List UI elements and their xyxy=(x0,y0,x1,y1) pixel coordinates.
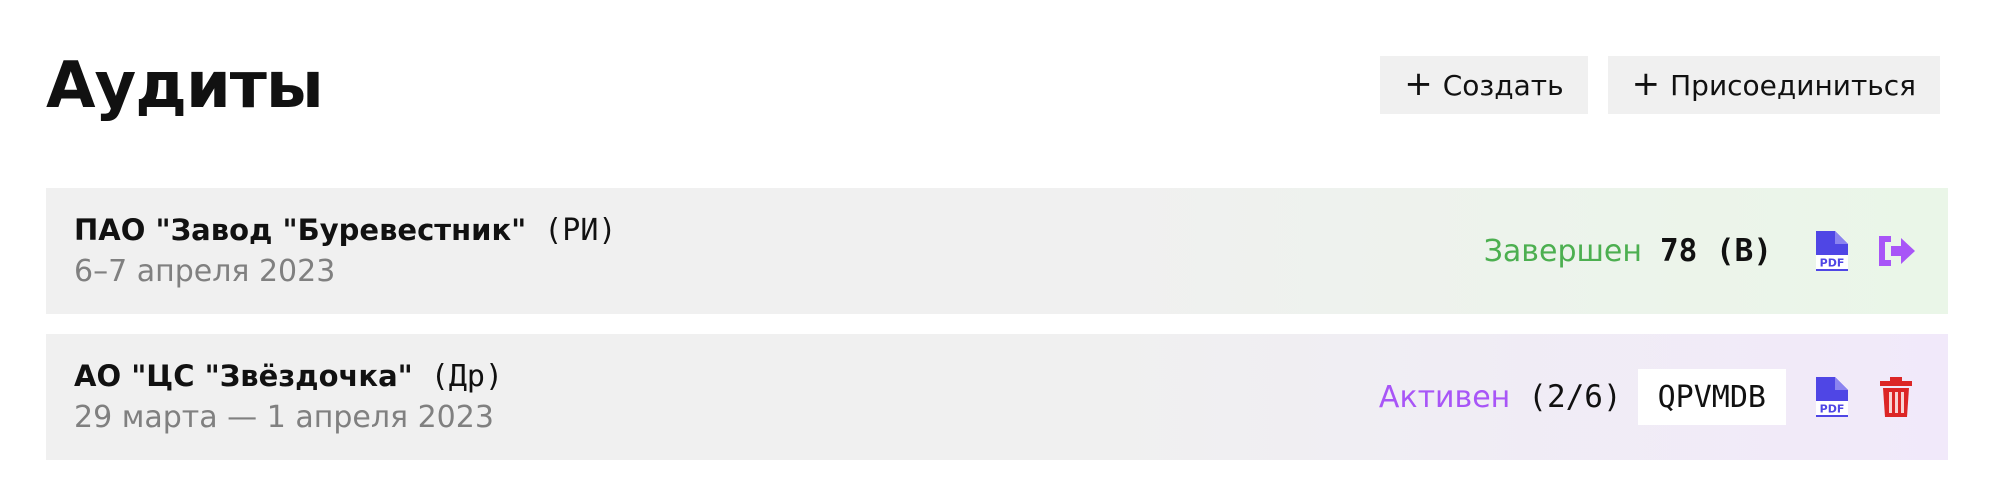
audit-dates: 29 марта — 1 апреля 2023 xyxy=(74,400,494,435)
join-button-label: Присоединиться xyxy=(1670,68,1916,102)
status-badge: Активен xyxy=(1378,379,1511,415)
create-button[interactable]: + Создать xyxy=(1380,56,1588,114)
plus-icon: + xyxy=(1631,63,1661,104)
page-header: Аудиты + Создать + Присоединиться xyxy=(46,26,1948,146)
pdf-icon[interactable]: PDF xyxy=(1810,375,1854,419)
audit-score: 78 (B) xyxy=(1660,233,1772,269)
audit-name-row: ПАО "Завод "Буревестник" (РИ) xyxy=(74,213,617,248)
audit-info: ПАО "Завод "Буревестник" (РИ) 6–7 апреля… xyxy=(74,213,617,289)
audit-name: АО "ЦС "Звёздочка" xyxy=(74,359,413,393)
audit-dates: 6–7 апреля 2023 xyxy=(74,254,336,289)
audit-name-row: АО "ЦС "Звёздочка" (Др) xyxy=(74,359,503,394)
audit-actions: Активен (2/6) QPVMDB PDF xyxy=(1379,369,1918,425)
join-button[interactable]: + Присоединиться xyxy=(1607,56,1940,114)
trash-icon[interactable] xyxy=(1874,375,1918,419)
page-title: Аудиты xyxy=(46,49,324,123)
audit-name: ПАО "Завод "Буревестник" xyxy=(74,213,527,247)
status-badge: Завершен xyxy=(1483,233,1643,269)
join-code[interactable]: QPVMDB xyxy=(1637,369,1786,425)
audit-actions: Завершен 78 (B) PDF xyxy=(1484,229,1918,273)
audit-card[interactable]: АО "ЦС "Звёздочка" (Др) 29 марта — 1 апр… xyxy=(46,334,1948,460)
exit-icon[interactable] xyxy=(1874,229,1918,273)
create-button-label: Создать xyxy=(1442,68,1564,102)
audit-code: (РИ) xyxy=(544,213,617,248)
audit-progress: (2/6) xyxy=(1528,379,1622,415)
audit-code: (Др) xyxy=(430,359,504,394)
audit-list: ПАО "Завод "Буревестник" (РИ) 6–7 апреля… xyxy=(46,188,1948,460)
svg-text:PDF: PDF xyxy=(1820,257,1845,270)
header-actions: + Создать + Присоединиться xyxy=(1380,56,1940,114)
svg-text:PDF: PDF xyxy=(1820,403,1845,416)
audit-info: АО "ЦС "Звёздочка" (Др) 29 марта — 1 апр… xyxy=(74,359,503,435)
audit-card[interactable]: ПАО "Завод "Буревестник" (РИ) 6–7 апреля… xyxy=(46,188,1948,314)
plus-icon: + xyxy=(1404,63,1433,104)
pdf-icon[interactable]: PDF xyxy=(1810,229,1854,273)
audits-page: Аудиты + Создать + Присоединиться ПАО "З… xyxy=(0,0,1994,479)
